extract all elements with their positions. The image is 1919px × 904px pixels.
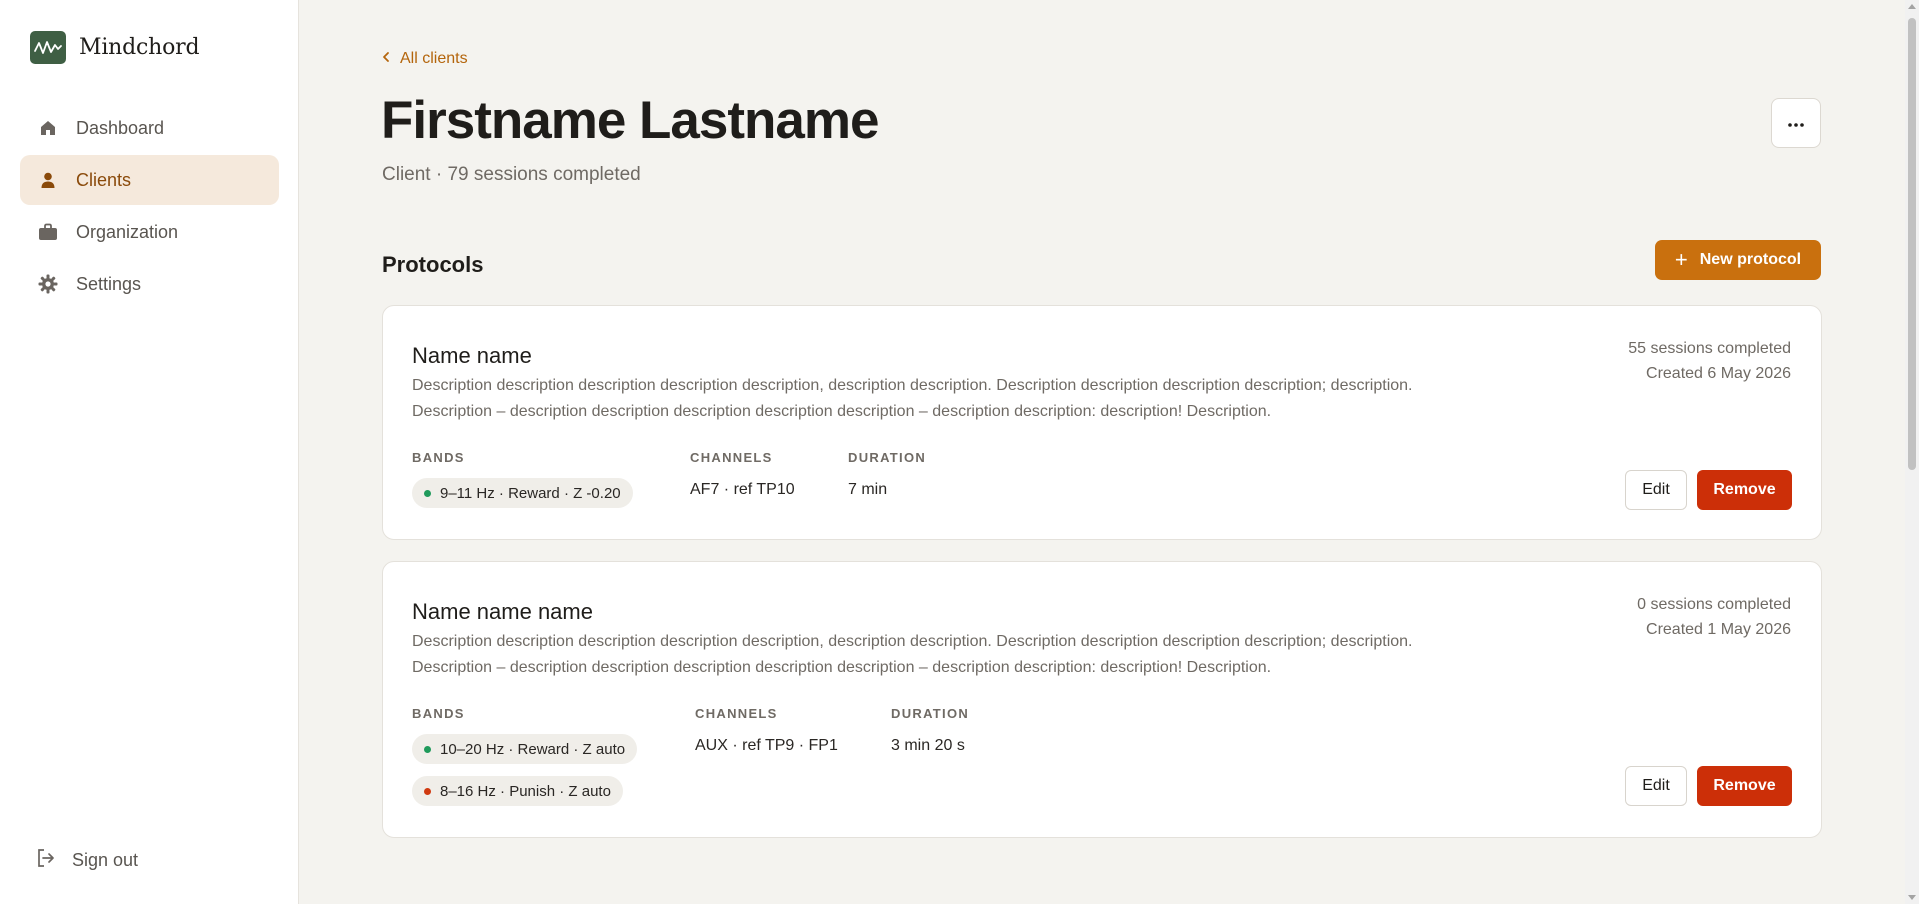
protocol-meta: 55 sessions completed Created 6 May 2026 [1628,336,1791,386]
brand-logo-icon [30,31,66,64]
protocol-sessions: 55 sessions completed [1628,340,1791,357]
back-link-label: All clients [400,50,468,67]
protocol-created: Created 6 May 2026 [1646,365,1791,382]
bands-label: BANDS [412,450,465,465]
duration-label: DURATION [891,706,970,721]
band-chip-label: 9–11 Hz · Reward · Z -0.20 [440,484,621,502]
protocol-card: Name name Description description descri… [382,305,1822,540]
briefcase-icon [36,220,60,244]
band-chip-label: 8–16 Hz · Punish · Z auto [440,782,611,800]
sidebar-item-label: Settings [76,273,142,294]
new-protocol-button[interactable]: + New protocol [1655,240,1821,280]
protocol-created: Created 1 May 2026 [1646,621,1791,638]
sidebar-item-label: Clients [76,169,132,190]
protocol-description: Description description description desc… [412,629,1552,681]
sidebar-item-settings[interactable]: Settings [20,259,279,309]
bands-label: BANDS [412,706,465,721]
punish-dot-icon [424,787,431,795]
protocol-description: Description description description desc… [412,373,1552,425]
sidebar-item-dashboard[interactable]: Dashboard [20,103,279,153]
protocol-description-line: Description – description description de… [412,403,1272,420]
sidebar: Mindchord Dashboard Clients Organization… [0,0,299,904]
scroll-up-icon[interactable] [1908,4,1916,9]
remove-button[interactable]: Remove [1697,470,1792,510]
home-icon [36,116,60,140]
brand[interactable]: Mindchord [30,31,200,64]
protocol-card: Name name name Description description d… [382,561,1822,838]
sidebar-item-clients[interactable]: Clients [20,155,279,205]
protocol-meta: 0 sessions completed Created 1 May 2026 [1637,592,1791,642]
scroll-thumb[interactable] [1908,18,1916,470]
page-scrollbar[interactable] [1905,0,1919,904]
sidebar-item-organization[interactable]: Organization [20,207,279,257]
reward-dot-icon [424,489,431,497]
channels-label: CHANNELS [690,450,773,465]
main-content: All clients Firstname Lastname Client · … [299,0,1905,904]
scroll-down-icon[interactable] [1908,895,1916,900]
sidebar-item-label: Organization [76,221,179,242]
protocol-description-line: Description – description description de… [412,659,1272,676]
channels-label: CHANNELS [695,706,778,721]
person-icon [36,168,60,192]
protocol-description-line: Description description description desc… [412,633,1413,650]
edit-button[interactable]: Edit [1625,766,1687,806]
brand-name: Mindchord [79,35,200,60]
protocol-name: Name name name [412,599,593,624]
sign-out-label: Sign out [72,849,139,870]
sidebar-nav: Dashboard Clients Organization Settings [20,103,279,311]
plus-icon: + [1674,247,1688,272]
channels-value: AF7 · ref TP10 [690,481,795,498]
sidebar-item-label: Dashboard [76,117,165,138]
protocol-name: Name name [412,343,532,368]
page-subtitle: Client · 79 sessions completed [382,164,641,185]
duration-label: DURATION [848,450,927,465]
remove-button[interactable]: Remove [1697,766,1792,806]
more-options-button[interactable] [1771,98,1821,148]
duration-value: 7 min [848,481,888,498]
band-chip-label: 10–20 Hz · Reward · Z auto [440,740,626,758]
edit-button[interactable]: Edit [1625,470,1687,510]
more-horizontal-icon [1787,114,1805,132]
gear-icon [36,272,60,296]
sign-out-button[interactable]: Sign out [20,836,279,884]
chevron-left-icon [382,50,390,68]
duration-value: 3 min 20 s [891,737,965,754]
page-title: Firstname Lastname [381,91,879,150]
new-protocol-label: New protocol [1699,251,1802,268]
protocol-sessions: 0 sessions completed [1637,596,1791,613]
sign-out-icon [36,848,56,873]
reward-dot-icon [424,745,431,753]
band-chip: 10–20 Hz · Reward · Z auto [412,734,638,764]
band-chip: 9–11 Hz · Reward · Z -0.20 [412,478,633,508]
protocols-section-title: Protocols [382,252,484,277]
back-link[interactable]: All clients [382,50,468,68]
protocol-description-line: Description description description desc… [412,377,1413,394]
channels-value: AUX · ref TP9 · FP1 [695,737,838,754]
band-chip: 8–16 Hz · Punish · Z auto [412,776,623,806]
